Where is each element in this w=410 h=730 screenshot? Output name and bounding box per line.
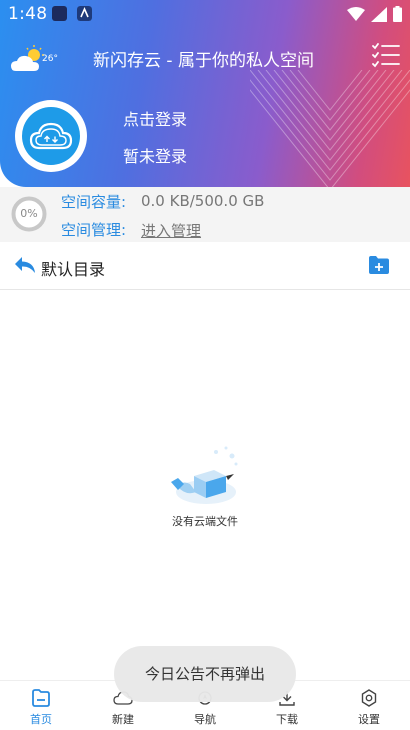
user-avatar[interactable]	[15, 100, 87, 172]
back-arrow-icon[interactable]	[13, 255, 37, 275]
storage-panel: 0% 空间容量: 0.0 KB/500.0 GB 空间管理: 进入管理	[0, 187, 410, 242]
menu-list-icon[interactable]	[372, 42, 400, 68]
nav-label: 下载	[276, 713, 298, 726]
nav-label: 导航	[194, 713, 216, 726]
storage-percent: 0%	[20, 207, 38, 220]
capacity-value: 0.0 KB/500.0 GB	[141, 192, 265, 210]
weather-temperature: 26°	[42, 54, 58, 64]
empty-state-text: 没有云端文件	[172, 515, 238, 528]
cloud-logo-icon	[22, 107, 80, 165]
directory-bar: 默认目录	[0, 242, 410, 290]
login-status: 暂未登录	[123, 147, 188, 166]
directory-label: 默认目录	[41, 260, 106, 279]
toast-message: 今日公告不再弹出	[114, 646, 296, 702]
manage-link[interactable]: 进入管理	[141, 220, 201, 241]
capacity-label: 空间容量:	[61, 193, 127, 211]
wifi-icon	[347, 7, 365, 21]
new-folder-icon[interactable]	[368, 255, 390, 275]
manage-label: 空间管理:	[61, 221, 127, 239]
nav-settings[interactable]: 设置	[328, 681, 410, 730]
battery-icon	[393, 6, 402, 22]
settings-icon	[361, 689, 377, 707]
empty-box-illustration	[171, 446, 238, 504]
app-screen: 1:48 26° 新闪存云 - 属于你的私人空间 点击登录 暂未登录 0% 空间…	[0, 0, 410, 730]
signal-icon	[371, 6, 387, 22]
nav-label: 设置	[358, 713, 380, 726]
browser-notification-icon	[77, 6, 92, 21]
header-banner: 1:48 26° 新闪存云 - 属于你的私人空间 点击登录 暂未登录	[0, 0, 410, 187]
status-time: 1:48	[8, 4, 48, 24]
status-indicators	[347, 6, 402, 22]
login-prompt[interactable]: 点击登录	[123, 106, 187, 130]
nav-label: 新建	[112, 713, 134, 726]
app-notification-icon	[52, 6, 67, 21]
app-title: 新闪存云 - 属于你的私人空间	[93, 51, 314, 71]
nav-home[interactable]: 首页	[0, 681, 82, 730]
status-bar: 1:48	[0, 0, 410, 30]
nav-label: 首页	[30, 713, 52, 726]
chevron-decoration	[250, 70, 410, 187]
home-icon	[32, 689, 50, 707]
